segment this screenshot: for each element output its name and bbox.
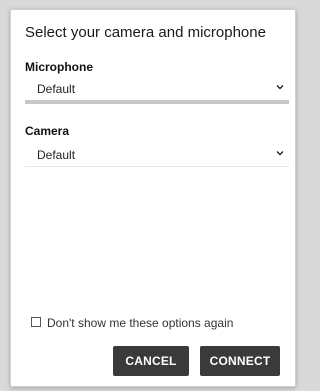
camera-mic-dialog: Select your camera and microphone Microp… bbox=[10, 9, 296, 387]
dont-show-again-checkbox[interactable] bbox=[31, 317, 41, 327]
chevron-down-icon bbox=[276, 85, 284, 90]
microphone-value: Default bbox=[37, 82, 76, 96]
camera-value: Default bbox=[37, 148, 76, 162]
dialog-title: Select your camera and microphone bbox=[25, 24, 266, 41]
microphone-select[interactable]: Default bbox=[25, 78, 289, 99]
cancel-button[interactable]: CANCEL bbox=[113, 346, 189, 376]
camera-select[interactable]: Default bbox=[25, 144, 289, 165]
chevron-down-icon bbox=[276, 151, 284, 156]
connect-button[interactable]: CONNECT bbox=[200, 346, 280, 376]
microphone-level-bar bbox=[25, 100, 289, 104]
camera-divider bbox=[25, 166, 289, 167]
dont-show-again-label[interactable]: Don't show me these options again bbox=[47, 316, 233, 330]
camera-label: Camera bbox=[25, 124, 70, 138]
microphone-label: Microphone bbox=[25, 60, 93, 74]
